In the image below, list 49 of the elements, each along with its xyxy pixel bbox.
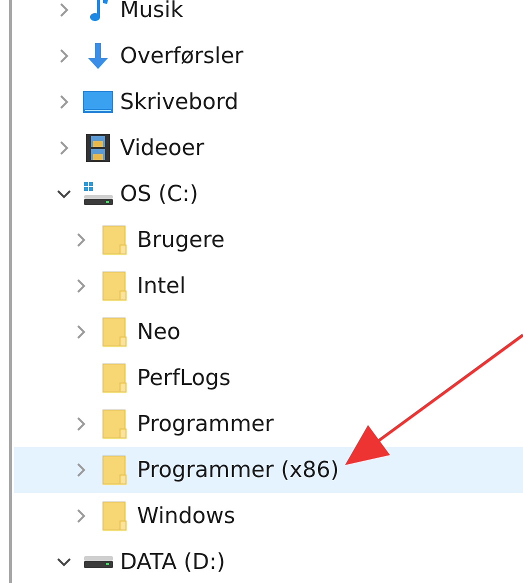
- chevron-right-icon[interactable]: [76, 278, 86, 294]
- film-strip-icon: [85, 133, 111, 163]
- folder-icon: [102, 225, 128, 255]
- item-label: DATA (D:): [120, 548, 226, 576]
- drive-icon: [82, 553, 114, 571]
- chevron-down-icon[interactable]: [56, 557, 72, 567]
- tree-item[interactable]: Videoer: [50, 125, 208, 171]
- chevron-right-icon[interactable]: [76, 232, 86, 248]
- tree-item[interactable]: Brugere: [67, 217, 229, 263]
- tree-item[interactable]: Musik: [50, 0, 188, 33]
- item-label: Musik: [120, 0, 184, 24]
- item-label: Windows: [137, 502, 236, 530]
- tree-item[interactable]: Programmer (x86): [67, 447, 344, 493]
- tree-item[interactable]: OS (C:): [50, 171, 202, 217]
- item-label: Programmer: [137, 410, 274, 438]
- chevron-right-icon[interactable]: [59, 2, 69, 18]
- tree-item[interactable]: Programmer: [67, 401, 278, 447]
- item-label: Intel: [137, 272, 186, 300]
- folder-icon: [102, 409, 128, 439]
- chevron-right-icon[interactable]: [76, 416, 86, 432]
- item-label: Skrivebord: [120, 88, 238, 116]
- tree-item[interactable]: PerfLogs: [67, 355, 235, 401]
- chevron-right-icon[interactable]: [59, 48, 69, 64]
- chevron-right-icon[interactable]: [76, 324, 86, 340]
- tree-item[interactable]: Intel: [67, 263, 190, 309]
- folder-icon: [102, 271, 128, 301]
- chevron-right-icon[interactable]: [76, 508, 86, 524]
- tree-item[interactable]: DATA (D:): [50, 539, 230, 583]
- chevron-right-icon[interactable]: [59, 140, 69, 156]
- tree-item[interactable]: Overførsler: [50, 33, 248, 79]
- chevron-right-icon[interactable]: [59, 94, 69, 110]
- chevron-down-icon[interactable]: [56, 189, 72, 199]
- item-label: Videoer: [120, 134, 204, 162]
- item-label: Overførsler: [120, 42, 244, 70]
- tree-item[interactable]: Neo: [67, 309, 184, 355]
- item-label: Neo: [137, 318, 180, 346]
- chevron-right-icon[interactable]: [76, 462, 86, 478]
- item-label: OS (C:): [120, 180, 198, 208]
- system-drive-icon: [82, 180, 114, 208]
- item-label: PerfLogs: [137, 364, 231, 392]
- item-label: Programmer (x86): [137, 456, 340, 484]
- desktop-icon: [82, 89, 114, 115]
- folder-icon: [102, 501, 128, 531]
- tree-item[interactable]: Windows: [67, 493, 240, 539]
- item-label: Brugere: [137, 226, 225, 254]
- folder-icon: [102, 317, 128, 347]
- tree-item[interactable]: Skrivebord: [50, 79, 242, 125]
- folder-icon: [102, 455, 128, 485]
- folder-icon: [102, 363, 128, 393]
